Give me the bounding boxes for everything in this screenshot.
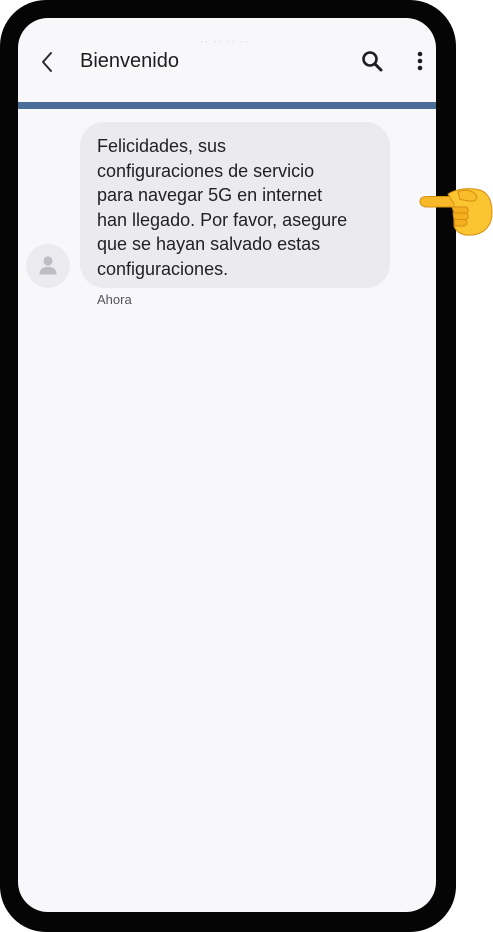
search-icon [362, 51, 383, 72]
header-divider [18, 102, 436, 109]
back-button[interactable] [36, 50, 60, 74]
pointing-hand-icon [419, 188, 493, 236]
person-icon [39, 256, 57, 275]
messages-screen: ·· ·· ·· ·· Bienvenido Felicidades, sus … [18, 18, 436, 912]
message-timestamp: Ahora [97, 292, 132, 307]
search-button[interactable] [360, 49, 384, 73]
phone-frame: ·· ·· ·· ·· Bienvenido Felicidades, sus … [0, 0, 456, 932]
more-vertical-icon [417, 51, 423, 71]
chevron-left-icon [42, 52, 52, 72]
conversation-title: Bienvenido [80, 50, 179, 72]
message-bubble[interactable]: Felicidades, sus configuraciones de serv… [80, 122, 390, 288]
more-options-button[interactable] [410, 49, 430, 73]
app-header: Bienvenido [18, 40, 436, 84]
sender-avatar[interactable] [26, 244, 70, 288]
message-text: Felicidades, sus configuraciones de serv… [97, 136, 348, 279]
